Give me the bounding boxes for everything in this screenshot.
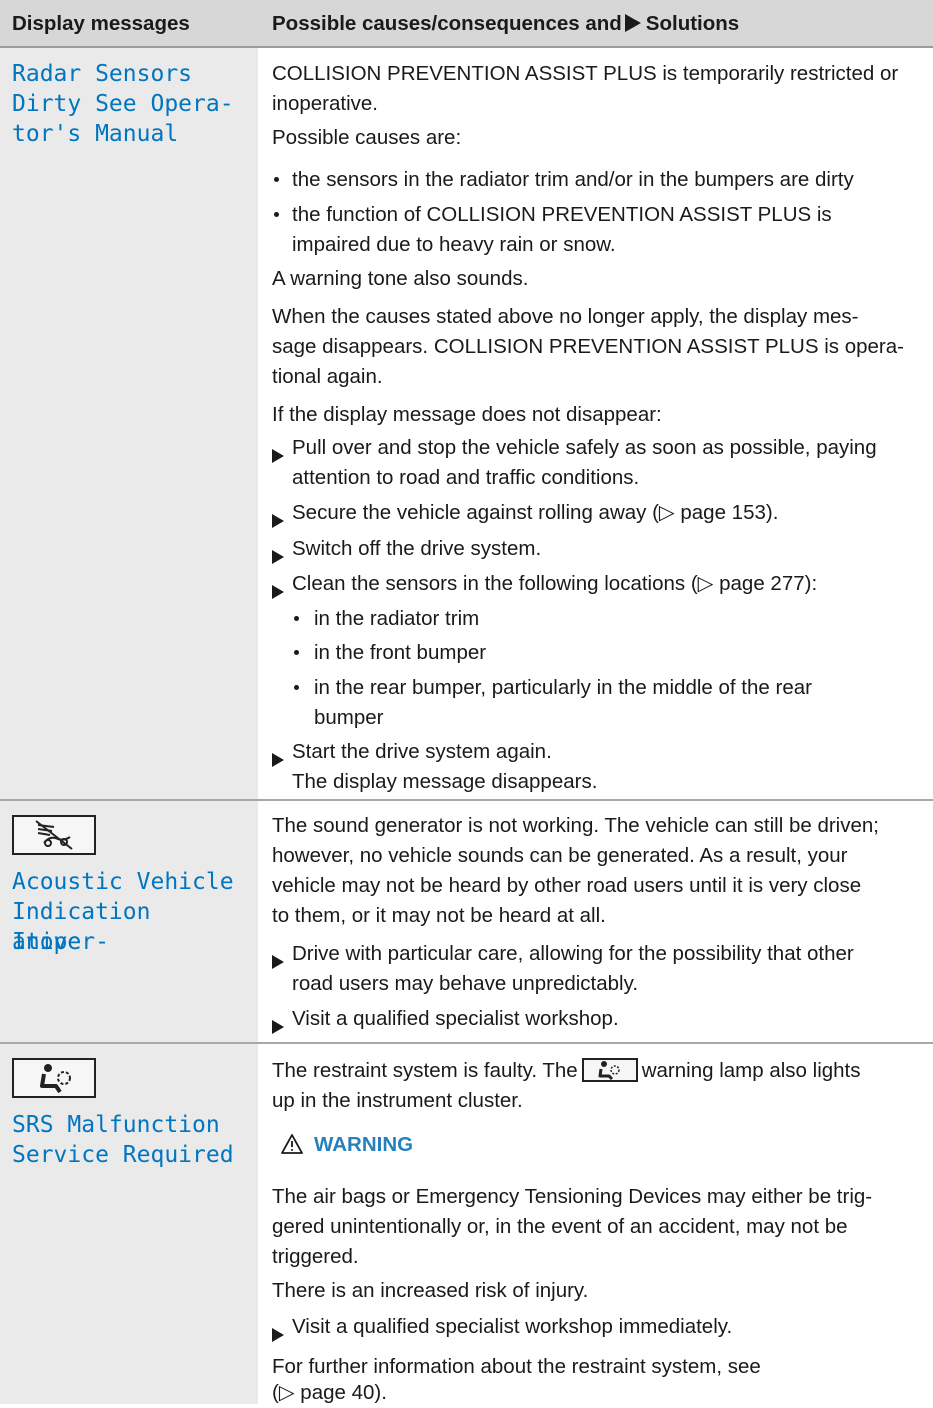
row2-p1-line3: vehicle may not be heard by other road u… <box>272 874 862 897</box>
header-solutions-text: Solutions <box>645 12 740 35</box>
row1-sub2: in the front bumper <box>314 641 487 664</box>
step-arrow-icon <box>272 514 284 528</box>
row1-step2-arrow <box>272 507 284 537</box>
row1-message-line3: tor's Manual <box>12 121 179 147</box>
row2-p1-line1: The sound generator is not working. The … <box>272 814 879 837</box>
row1-bullet1 <box>274 165 279 195</box>
row3-content-cell: The restraint system is faulty. The warni… <box>260 1044 933 1404</box>
row1-step4: Clean the sensors in the following locat… <box>292 572 818 595</box>
step-arrow-icon <box>272 955 284 969</box>
row1-sub3-line2: bumper <box>314 706 384 729</box>
row1-p4-line1: When the causes stated above no longer a… <box>272 305 859 328</box>
row3-p1-line2: up in the instrument cluster. <box>272 1089 523 1112</box>
step-arrow-icon <box>272 1328 284 1342</box>
row1-bullet2 <box>274 200 279 230</box>
row1-message-line1: Radar Sensors <box>12 61 193 87</box>
row2-p1-line2: however, no vehicle sounds can be genera… <box>272 844 848 867</box>
warning-triangle-icon <box>281 1134 303 1154</box>
row2-content-cell: The sound generator is not working. The … <box>260 801 933 1042</box>
row1-step1-line1: Pull over and stop the vehicle safely as… <box>292 436 877 459</box>
bullet-icon <box>294 685 299 690</box>
row1-step4-arrow <box>272 578 284 608</box>
row1-p5: If the display message does not disappea… <box>272 403 662 426</box>
step-arrow-icon <box>272 1020 284 1034</box>
row2-step1-line2: road users may behave unpredictably. <box>292 972 639 995</box>
row2-step1-line1: Drive with particular care, allowing for… <box>292 942 854 965</box>
step-arrow-icon <box>272 449 284 463</box>
header-causes-solutions: Possible causes/consequences and Solution… <box>272 12 739 36</box>
row1-p2: Possible causes are: <box>272 126 462 149</box>
row1-sub1-dot <box>294 604 299 634</box>
step-arrow-icon <box>272 753 284 767</box>
bullet-icon <box>294 616 299 621</box>
row1-content-cell: COLLISION PREVENTION ASSIST PLUS is temp… <box>260 48 933 799</box>
row1-message-line2: Dirty See Opera- <box>12 91 234 117</box>
row1-sub1: in the radiator trim <box>314 607 480 630</box>
row1-sub3-dot <box>294 673 299 703</box>
warning-title: WARNING <box>314 1133 414 1156</box>
row3-message-line2: Service Required <box>12 1142 234 1168</box>
table-header: Display messages Possible causes/consequ… <box>0 0 933 48</box>
row3-warn-text2: There is an increased risk of injury. <box>272 1279 589 1302</box>
bullet-icon <box>274 177 279 182</box>
row3-warn-line1: The air bags or Emergency Tensioning Dev… <box>272 1185 873 1208</box>
row1-message-cell: Radar Sensors Dirty See Opera- tor's Man… <box>0 48 258 799</box>
row2-step1-arrow <box>272 948 284 978</box>
row3-message-cell: SRS Malfunction Service Required <box>0 1044 258 1404</box>
warning-heading: WARNING <box>280 1133 413 1157</box>
row1-step1-arrow <box>272 442 284 472</box>
airbag-lamp-icon <box>581 1058 638 1082</box>
row1-bullet2-line1: the function of COLLISION PREVENTION ASS… <box>292 203 832 226</box>
row1-step5-arrow <box>272 746 284 776</box>
row1-sub3-line1: in the rear bumper, particularly in the … <box>314 676 812 699</box>
sound-generator-off-icon <box>12 815 96 855</box>
row3-step1: Visit a qualified specialist workshop im… <box>292 1315 733 1338</box>
row3-step1-arrow <box>272 1321 284 1351</box>
row1-p4-line3: tional again. <box>272 365 383 388</box>
row2-p1-line4: to them, or it may not be heard at all. <box>272 904 606 927</box>
step-arrow-icon <box>272 550 284 564</box>
row3-warn-line2: gered unintentionally or, in the event o… <box>272 1215 848 1238</box>
row2-message-line1: Acoustic Vehicle <box>12 869 234 895</box>
row2-message-line3: ative <box>12 929 82 955</box>
row1-step2: Secure the vehicle against rolling away … <box>292 501 779 524</box>
row1-step3-arrow <box>272 543 284 573</box>
bullet-icon <box>294 650 299 655</box>
row3-p1-post: warning lamp also lights <box>641 1059 861 1082</box>
row1-step5-result: The display message disappears. <box>292 770 598 793</box>
row1-p4-line2: sage disappears. COLLISION PREVENTION AS… <box>272 335 904 358</box>
row1-p1-line1: COLLISION PREVENTION ASSIST PLUS is temp… <box>272 62 899 85</box>
bullet-icon <box>274 212 279 217</box>
airbag-warning-icon <box>12 1058 96 1098</box>
row3-message-line1: SRS Malfunction <box>12 1112 220 1138</box>
header-causes-text: Possible causes/consequences and <box>272 12 622 35</box>
header-display-messages: Display messages <box>12 12 190 35</box>
row1-sub2-dot <box>294 638 299 668</box>
row1-bullet1-text: the sensors in the radiator trim and/or … <box>292 168 854 191</box>
step-arrow-icon <box>272 585 284 599</box>
row1-bullet2-line2: impaired due to heavy rain or snow. <box>292 233 616 256</box>
row1-step1-line2: attention to road and traffic conditions… <box>292 466 640 489</box>
solution-arrow-icon <box>624 14 641 32</box>
row3-p1-pre: The restraint system is faulty. The <box>272 1059 578 1082</box>
manual-page: Display messages Possible causes/consequ… <box>0 0 933 1404</box>
row3-p1-line1: The restraint system is faulty. The warni… <box>272 1056 861 1086</box>
row1-step5: Start the drive system again. <box>292 740 552 763</box>
row1-p3: A warning tone also sounds. <box>272 267 529 290</box>
row2-step2: Visit a qualified specialist workshop. <box>292 1007 619 1030</box>
row1-p1-line2: inoperative. <box>272 92 378 115</box>
row1-step3: Switch off the drive system. <box>292 537 542 560</box>
row2-message-cell: Acoustic Vehicle Indication Inoper- ativ… <box>0 801 258 1042</box>
row3-warn-line3: triggered. <box>272 1245 359 1268</box>
row2-step2-arrow <box>272 1013 284 1043</box>
